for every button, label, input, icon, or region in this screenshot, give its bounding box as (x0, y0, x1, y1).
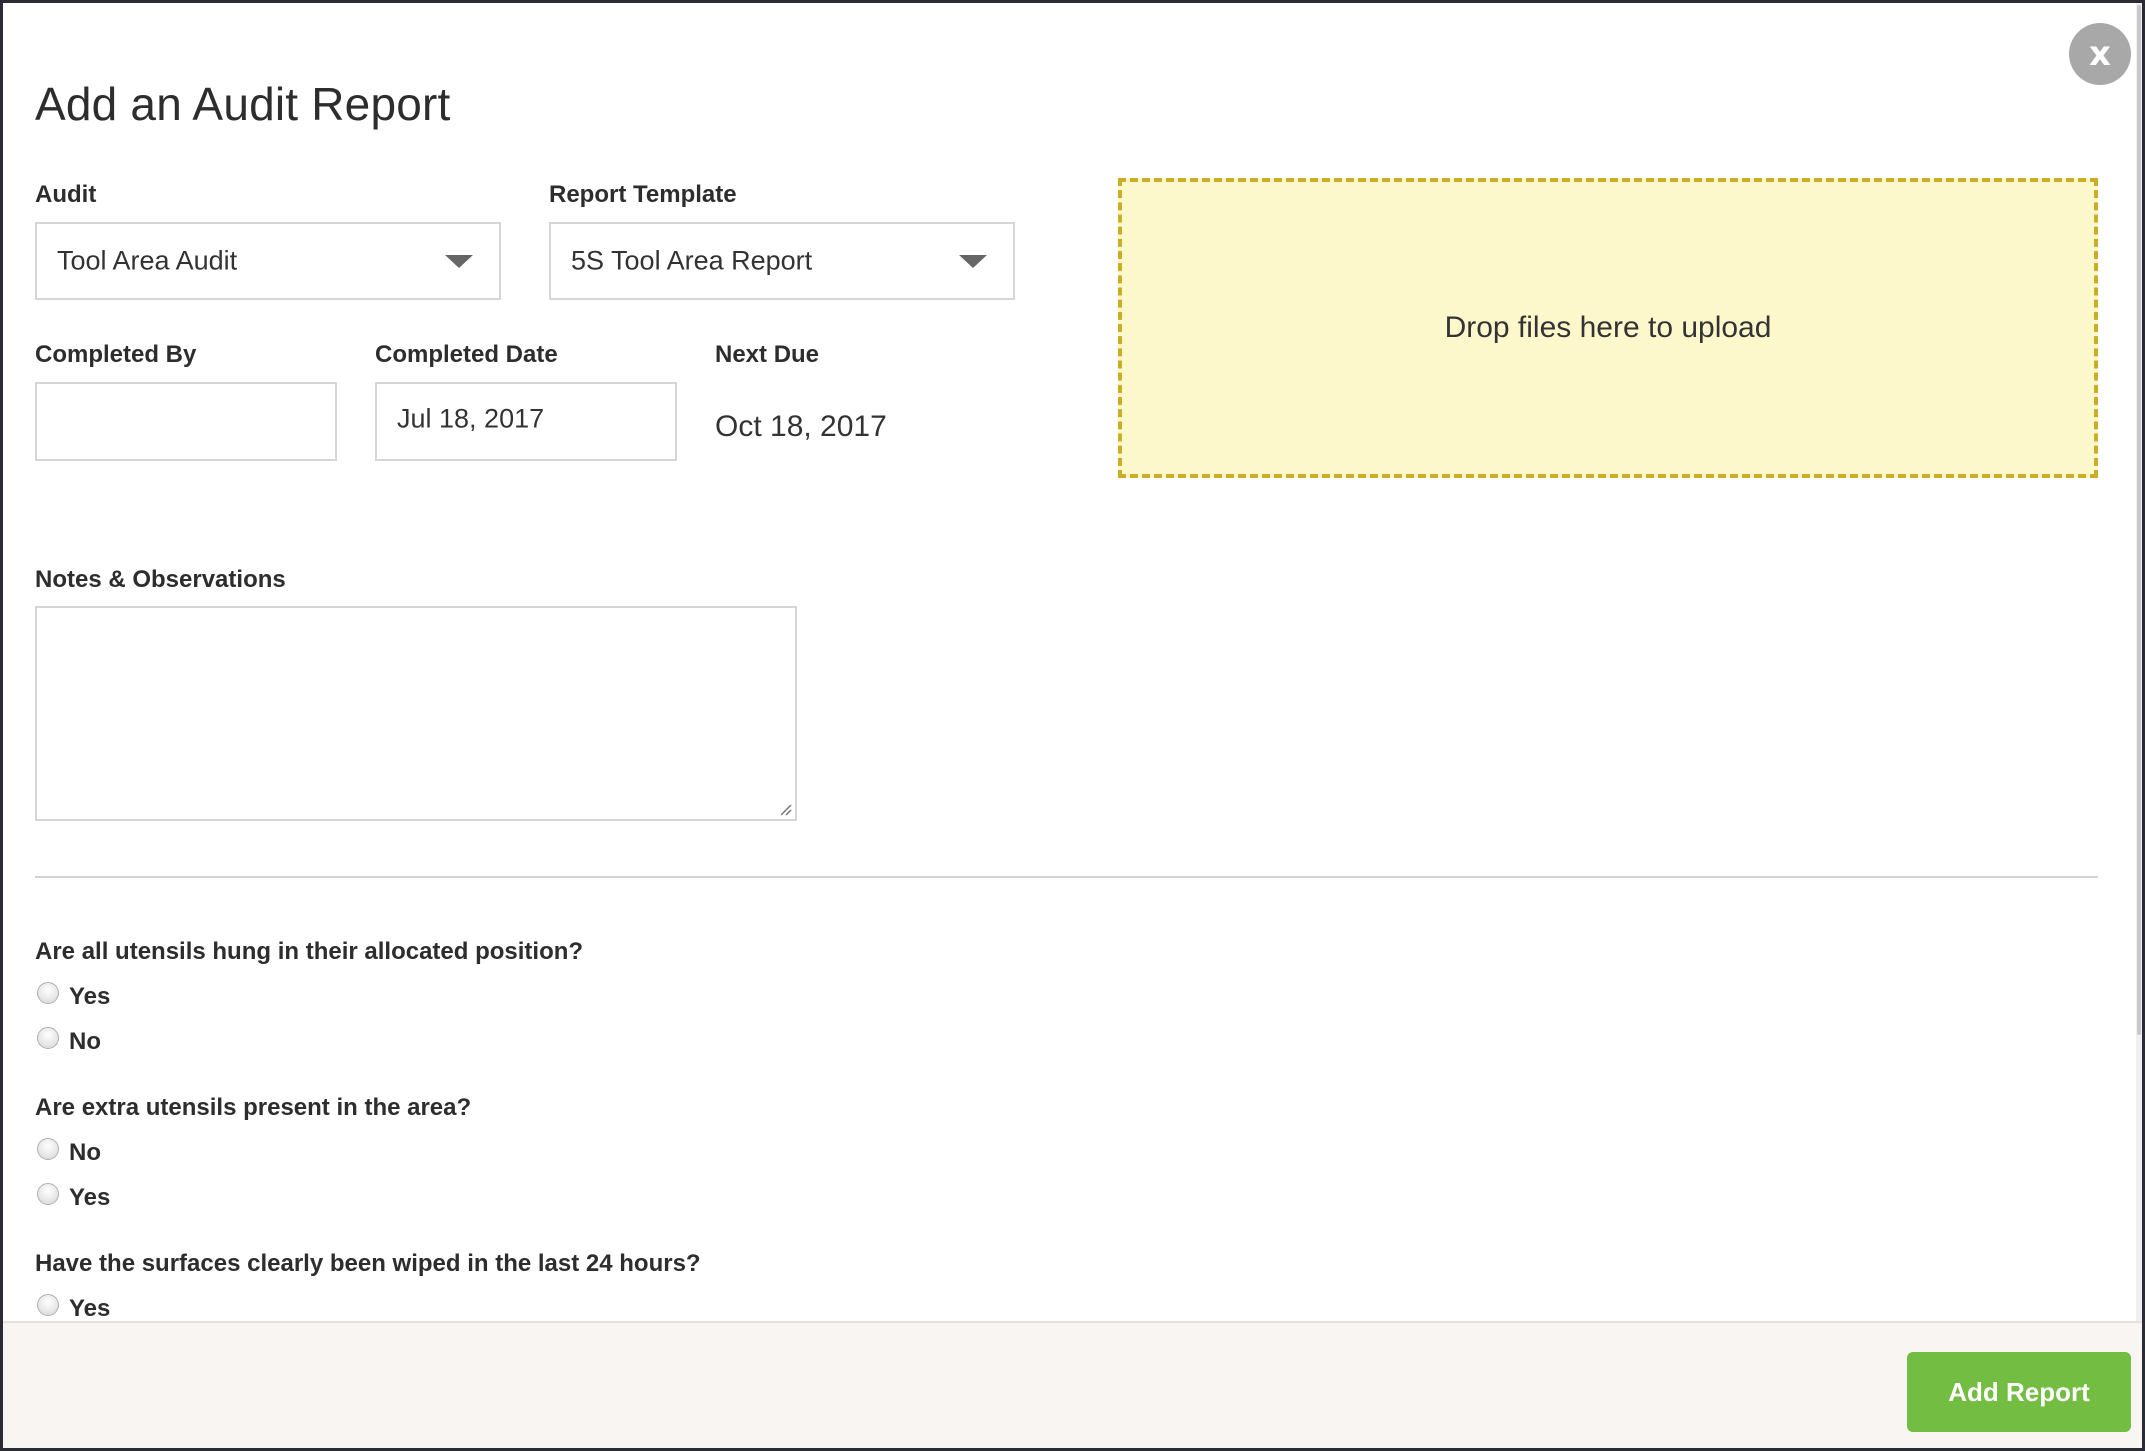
add-report-button[interactable]: Add Report (1907, 1352, 2131, 1432)
close-button[interactable]: x (2069, 23, 2131, 85)
question-1-option-no[interactable]: No (37, 1027, 101, 1056)
add-audit-report-dialog: Add an Audit Report x Audit Tool Area Au… (3, 3, 2142, 1448)
radio-label: Yes (69, 1295, 111, 1322)
close-icon: x (2089, 34, 2111, 74)
report-template-label: Report Template (549, 181, 737, 208)
dialog-footer: Add Report (3, 1321, 2142, 1448)
dialog-title: Add an Audit Report (35, 78, 451, 130)
next-due-label: Next Due (715, 341, 820, 368)
completed-by-input[interactable] (35, 382, 337, 461)
radio-button[interactable] (37, 1138, 59, 1160)
question-3-option-yes[interactable]: Yes (37, 1294, 111, 1323)
next-due-value: Oct 18, 2017 (715, 410, 887, 443)
file-drop-zone[interactable]: Drop files here to upload (1118, 178, 2098, 478)
report-template-select-value: 5S Tool Area Report (571, 245, 813, 276)
radio-label: No (69, 1139, 101, 1166)
report-template-select[interactable]: 5S Tool Area Report (549, 222, 1015, 300)
question-2-text: Are extra utensils present in the area? (35, 1094, 472, 1121)
scrollbar-thumb[interactable] (2137, 5, 2141, 1035)
notes-label: Notes & Observations (35, 566, 286, 593)
audit-label: Audit (35, 181, 97, 208)
section-divider (35, 876, 2098, 878)
question-2-option-no[interactable]: No (37, 1138, 101, 1167)
drop-zone-text: Drop files here to upload (1444, 311, 1772, 344)
completed-date-value: Jul 18, 2017 (397, 403, 545, 434)
radio-button[interactable] (37, 982, 59, 1004)
completed-by-label: Completed By (35, 341, 197, 368)
question-2-option-yes[interactable]: Yes (37, 1183, 111, 1212)
audit-select-value: Tool Area Audit (57, 245, 238, 276)
chevron-down-icon (445, 255, 473, 268)
audit-select[interactable]: Tool Area Audit (35, 222, 501, 300)
resize-handle-icon[interactable] (778, 802, 792, 816)
completed-date-input[interactable]: Jul 18, 2017 (375, 382, 677, 461)
radio-button[interactable] (37, 1183, 59, 1205)
chevron-down-icon (959, 255, 987, 268)
radio-label: Yes (69, 1184, 111, 1211)
question-1-option-yes[interactable]: Yes (37, 982, 111, 1011)
question-1-text: Are all utensils hung in their allocated… (35, 938, 584, 965)
radio-button[interactable] (37, 1294, 59, 1316)
completed-date-label: Completed Date (375, 341, 558, 368)
scrollbar[interactable] (2136, 3, 2142, 1321)
radio-label: Yes (69, 983, 111, 1010)
radio-label: No (69, 1028, 101, 1055)
question-3-text: Have the surfaces clearly been wiped in … (35, 1250, 701, 1277)
notes-textarea[interactable] (35, 606, 797, 821)
radio-button[interactable] (37, 1027, 59, 1049)
